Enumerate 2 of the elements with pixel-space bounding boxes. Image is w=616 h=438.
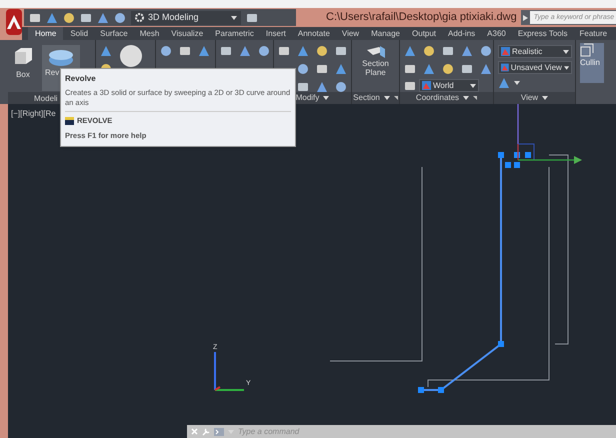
window-title: C:\Users\rafail\Desktop\gia ptixiaki.dwg — [326, 10, 517, 26]
tooltip-title: Revolve — [65, 73, 97, 85]
